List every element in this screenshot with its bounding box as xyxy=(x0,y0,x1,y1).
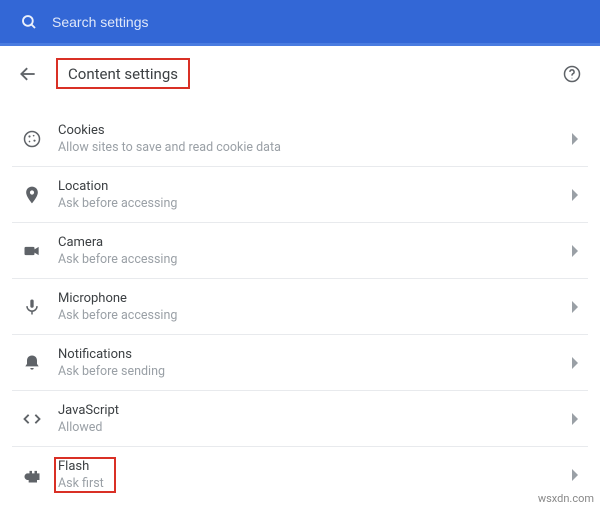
watermark: wsxdn.com xyxy=(538,492,594,505)
search-icon xyxy=(20,13,38,31)
back-button[interactable] xyxy=(18,64,38,84)
chevron-right-icon xyxy=(572,133,580,145)
page-title-highlight: Content settings xyxy=(56,58,190,89)
row-text: Notifications Ask before sending xyxy=(58,347,572,379)
chevron-right-icon xyxy=(572,413,580,425)
row-subtitle: Allowed xyxy=(58,420,572,435)
bell-icon xyxy=(20,353,44,373)
plugin-icon xyxy=(20,465,44,485)
chevron-right-icon xyxy=(572,245,580,257)
location-icon xyxy=(20,185,44,205)
chevron-right-icon xyxy=(572,469,580,481)
row-text-highlight: Flash Ask first xyxy=(58,457,112,493)
camera-icon xyxy=(20,241,44,261)
row-notifications[interactable]: Notifications Ask before sending xyxy=(12,335,588,391)
cookie-icon xyxy=(20,129,44,149)
row-title: JavaScript xyxy=(58,403,572,418)
page-header: Content settings xyxy=(0,46,600,101)
help-button[interactable] xyxy=(562,64,582,84)
row-cookies[interactable]: Cookies Allow sites to save and read coo… xyxy=(12,111,588,167)
search-input[interactable] xyxy=(52,14,580,30)
row-subtitle: Allow sites to save and read cookie data xyxy=(58,140,572,155)
code-icon xyxy=(20,409,44,429)
chevron-right-icon xyxy=(572,357,580,369)
search-bar[interactable] xyxy=(0,0,600,46)
row-javascript[interactable]: JavaScript Allowed xyxy=(12,391,588,447)
row-microphone[interactable]: Microphone Ask before accessing xyxy=(12,279,588,335)
chevron-right-icon xyxy=(572,301,580,313)
row-text: Camera Ask before accessing xyxy=(58,235,572,267)
row-flash[interactable]: Flash Ask first xyxy=(12,447,588,503)
row-subtitle: Ask first xyxy=(58,476,104,491)
row-text: Location Ask before accessing xyxy=(58,179,572,211)
row-text: Microphone Ask before accessing xyxy=(58,291,572,323)
microphone-icon xyxy=(20,297,44,317)
row-subtitle: Ask before accessing xyxy=(58,308,572,323)
row-title: Cookies xyxy=(58,123,572,138)
row-text: Cookies Allow sites to save and read coo… xyxy=(58,123,572,155)
page-title: Content settings xyxy=(68,65,178,83)
row-subtitle: Ask before sending xyxy=(58,364,572,379)
row-title: Microphone xyxy=(58,291,572,306)
row-text: JavaScript Allowed xyxy=(58,403,572,435)
row-location[interactable]: Location Ask before accessing xyxy=(12,167,588,223)
row-subtitle: Ask before accessing xyxy=(58,196,572,211)
row-subtitle: Ask before accessing xyxy=(58,252,572,267)
row-title: Location xyxy=(58,179,572,194)
settings-list: Cookies Allow sites to save and read coo… xyxy=(0,111,600,503)
row-title: Flash xyxy=(58,459,104,474)
row-camera[interactable]: Camera Ask before accessing xyxy=(12,223,588,279)
chevron-right-icon xyxy=(572,189,580,201)
row-title: Camera xyxy=(58,235,572,250)
row-title: Notifications xyxy=(58,347,572,362)
